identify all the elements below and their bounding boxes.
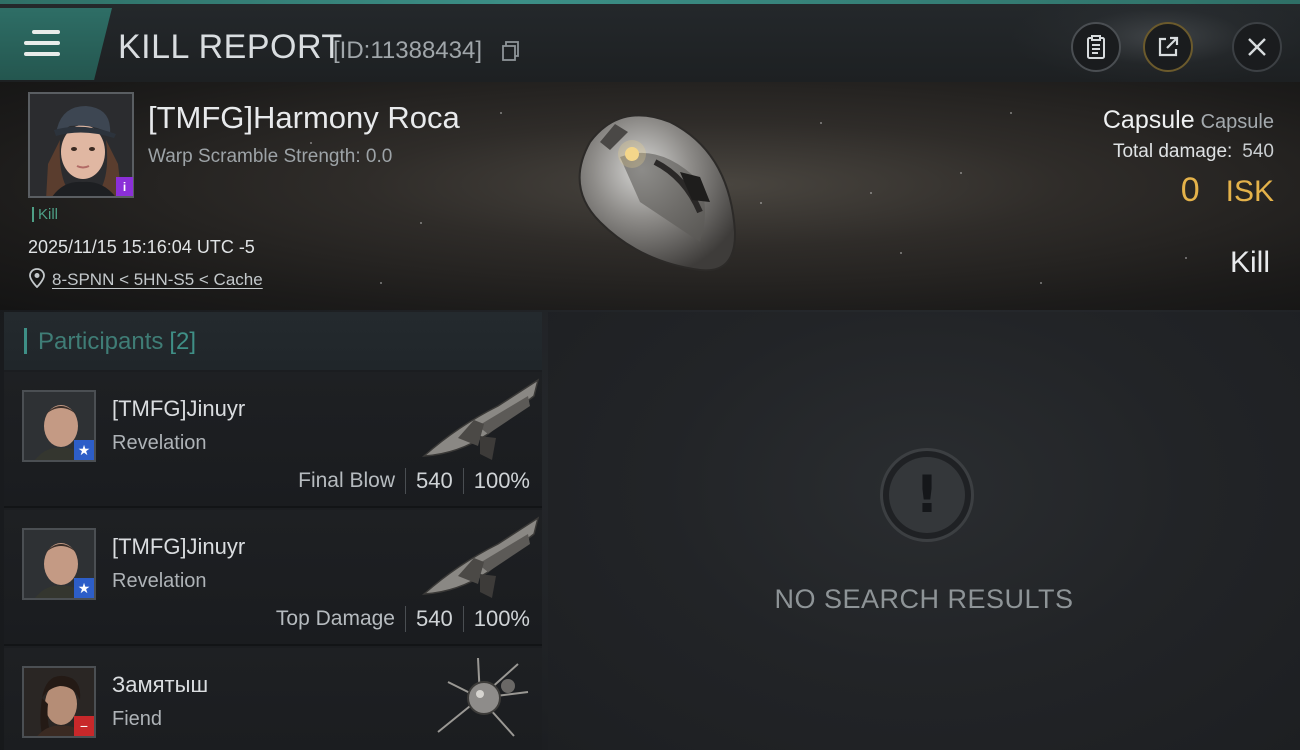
fiend-ship-icon: [437, 657, 529, 737]
ship-name[interactable]: Capsule: [1103, 106, 1195, 134]
participant-name: [TMFG]Jinuyr: [112, 396, 246, 421]
participants-title: Participants [2]: [38, 328, 197, 355]
participant-damage: 540: [416, 468, 453, 493]
participant-ship: Revelation: [112, 570, 207, 592]
kill-report-screen: KILL REPORT [ID:11388434] i [TMFG]Harmon…: [0, 0, 1300, 750]
participant-damage-percent: 100%: [473, 606, 530, 631]
location-link[interactable]: 8-SPNN < 5HN-S5 < Cache: [52, 270, 263, 290]
exclamation-icon: !: [880, 448, 974, 542]
header-bar: KILL REPORT [ID:11388434]: [0, 4, 1300, 86]
participants-count: [2]: [169, 328, 197, 355]
revelation-ship-icon: [421, 378, 540, 460]
ship-class: Capsule: [1200, 111, 1274, 133]
victim-banner: i [TMFG]Harmony Roca Warp Scramble Stren…: [0, 82, 1300, 310]
revelation-ship-icon: [421, 516, 540, 598]
copy-id-icon[interactable]: [502, 41, 520, 61]
report-id: [ID:11388434]: [333, 37, 483, 64]
hamburger-menu-icon: [24, 30, 60, 58]
kill-tag: Kill: [32, 207, 58, 222]
final-blow-tag: Final Blow: [298, 469, 395, 492]
participant-stats: Top Damage 540 100%: [276, 606, 530, 632]
top-damage-tag: Top Damage: [275, 607, 395, 630]
capsule-ship-image: [578, 114, 737, 272]
participants-panel: Participants [2] ★ [TMFG]Jinuyr Revelatio…: [4, 312, 542, 750]
detail-panel: ! NO SEARCH RESULTS: [548, 312, 1300, 750]
menu-button[interactable]: [0, 8, 112, 80]
no-results-text: NO SEARCH RESULTS: [774, 584, 1074, 614]
victim-ship-summary: Capsule Capsule Total damage: 540 0 ISK: [1103, 106, 1274, 210]
ally-badge-icon: ★: [74, 578, 94, 598]
participants-header[interactable]: Participants [2]: [4, 312, 542, 370]
participant-ship: Fiend: [112, 708, 163, 730]
participant-ship: Revelation: [112, 432, 207, 454]
share-icon: [1158, 36, 1179, 57]
page-title: KILL REPORT: [118, 28, 343, 66]
warp-scramble-strength: Warp Scramble Strength: 0.0: [148, 146, 393, 167]
participant-row[interactable]: − Замятыш Fiend: [4, 648, 542, 750]
close-icon: [1248, 38, 1266, 56]
total-damage-label: Total damage:: [1112, 141, 1233, 162]
participant-damage-percent: 100%: [473, 468, 530, 493]
isk-value: 0: [1180, 171, 1200, 209]
participants-header-accent: [24, 328, 27, 354]
kill-datetime: 2025/11/15 15:16:04 UTC -5: [28, 237, 255, 257]
participant-damage: 540: [416, 606, 453, 631]
location-pin-icon: [29, 268, 45, 288]
share-button[interactable]: [1143, 22, 1193, 72]
clipboard-icon: [1087, 35, 1105, 59]
participant-row[interactable]: ★ [TMFG]Jinuyr Revelation Final Blow 540…: [4, 372, 542, 508]
total-damage-value: 540: [1242, 141, 1274, 162]
participant-name: [TMFG]Jinuyr: [112, 534, 246, 559]
ally-badge-icon: ★: [74, 440, 94, 460]
isk-unit: ISK: [1225, 175, 1274, 208]
result-label: Kill: [1229, 246, 1270, 279]
participant-stats: Final Blow 540 100%: [298, 468, 530, 494]
victim-name[interactable]: [TMFG]Harmony Roca: [148, 100, 460, 136]
pilot-info-badge[interactable]: i: [116, 177, 133, 196]
close-button[interactable]: [1232, 22, 1282, 72]
participant-row[interactable]: ★ [TMFG]Jinuyr Revelation Top Damage 540…: [4, 510, 542, 646]
participant-name: Замятыш: [112, 672, 209, 697]
hostile-badge-icon: −: [74, 716, 94, 736]
clipboard-button[interactable]: [1071, 22, 1121, 72]
